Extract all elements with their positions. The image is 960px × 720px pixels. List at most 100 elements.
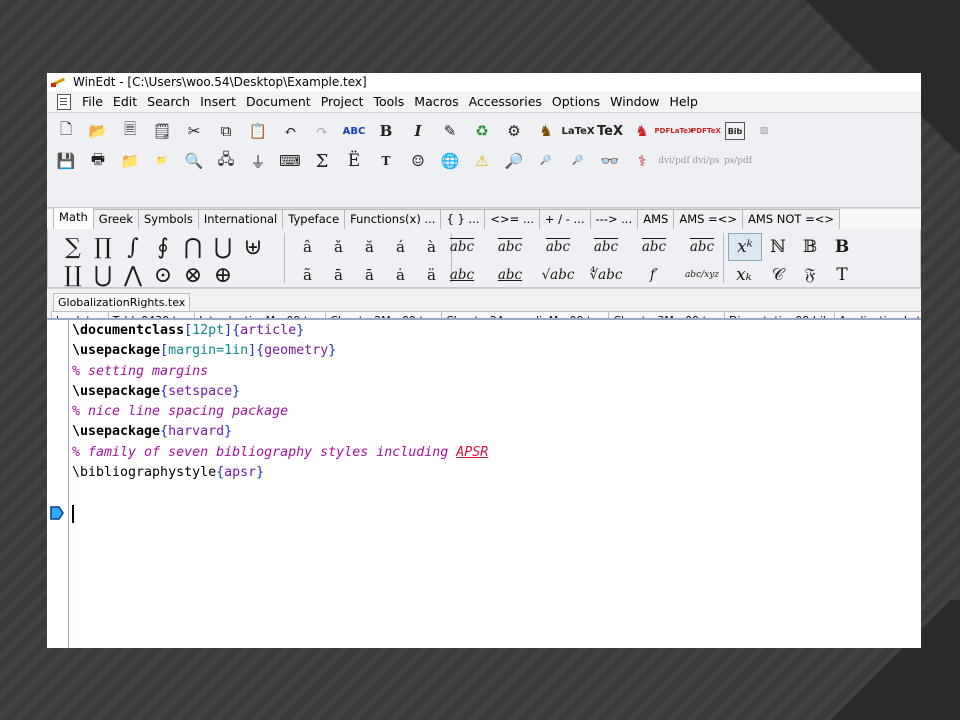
menu-insert[interactable]: Insert <box>195 94 241 109</box>
source-code[interactable]: \documentclass[12pt]{article} \usepackag… <box>72 321 488 483</box>
menu-tools[interactable]: Tools <box>369 94 410 109</box>
tab-arrows[interactable]: ---> ... <box>589 209 639 229</box>
symbol-button[interactable]: ⋂ <box>178 233 208 261</box>
menu-accessories[interactable]: Accessories <box>464 94 547 109</box>
symbol-button[interactable]: ⊗ <box>178 261 208 289</box>
menu-search[interactable]: Search <box>142 94 195 109</box>
mathfrak-button[interactable]: 𝔉 <box>794 261 826 289</box>
menu-document[interactable]: Document <box>241 94 316 109</box>
trash-icon[interactable]: ♻ <box>469 119 495 143</box>
redo-icon[interactable]: ↷ <box>309 119 335 143</box>
wide-accent-button[interactable]: abc <box>438 233 486 261</box>
wide-accent-button[interactable]: ∜abc <box>582 261 630 289</box>
dvi-icon[interactable]: 🔎 <box>533 149 559 173</box>
symbol-button[interactable]: ⋃ <box>208 233 238 261</box>
dvi-pdf-button[interactable]: dvi/pdf <box>658 149 690 173</box>
editor-pane[interactable]: \documentclass[12pt]{article} \usepackag… <box>47 318 921 648</box>
wide-accent-button[interactable]: abc <box>678 233 726 261</box>
menu-macros[interactable]: Macros <box>409 94 463 109</box>
file-tab[interactable]: GlobalizationRights.tex <box>53 293 191 312</box>
symbol-button[interactable]: ⋃ <box>88 261 118 289</box>
menu-options[interactable]: Options <box>547 94 605 109</box>
tab-ams-relations[interactable]: AMS =<> <box>673 209 743 229</box>
menu-help[interactable]: Help <box>664 94 703 109</box>
mathcal-button[interactable]: 𝒞 <box>762 261 794 289</box>
pdflatex-button[interactable]: PDFLaTeX <box>655 119 694 143</box>
symbol-button[interactable]: ∑ <box>58 233 88 261</box>
undo-icon[interactable]: ↶ <box>277 119 303 143</box>
open-project-icon[interactable]: 📁 <box>117 149 143 173</box>
symbol-button[interactable]: ⊎ <box>238 233 268 261</box>
page-icon[interactable]: 🗏 <box>117 119 143 143</box>
pdftex-button[interactable]: PDFTeX <box>691 119 721 143</box>
cut-icon[interactable]: ✂ <box>181 119 207 143</box>
mathbb-button[interactable]: ℕ <box>762 233 794 261</box>
tex-button[interactable]: TeX <box>597 119 623 143</box>
accent-button[interactable]: á <box>385 233 416 261</box>
wide-accent-button[interactable]: f′ <box>630 261 678 289</box>
ps-pdf-button[interactable]: ps/pdf <box>724 149 752 173</box>
accent-button[interactable]: ā <box>323 261 354 289</box>
wide-accent-button[interactable]: abc <box>630 233 678 261</box>
tab-greek[interactable]: Greek <box>92 209 139 229</box>
bold-b-button[interactable]: B <box>826 233 858 261</box>
sigma-button[interactable]: Σ <box>309 149 335 173</box>
smiley-icon[interactable]: ☺ <box>405 149 431 173</box>
save-icon[interactable]: 💾 <box>53 149 79 173</box>
filter-icon[interactable]: ⏚ <box>245 149 271 173</box>
acrobat-icon[interactable]: ♞ <box>629 119 655 143</box>
tab-functions[interactable]: Functions(x) ... <box>344 209 442 229</box>
bold-button[interactable]: B <box>373 119 399 143</box>
ps-icon[interactable]: 🔎 <box>565 149 591 173</box>
print-icon[interactable]: 🖶 <box>85 149 111 173</box>
globe-icon[interactable]: 🌐 <box>437 149 463 173</box>
menu-project[interactable]: Project <box>316 94 369 109</box>
format-icon[interactable]: ✎ <box>437 119 463 143</box>
superscript-button[interactable]: xᵏ <box>728 233 762 261</box>
spellcheck-icon[interactable]: ABC <box>341 119 367 143</box>
accent-button[interactable]: ȧ <box>385 261 416 289</box>
tab-operators[interactable]: + / - ... <box>538 209 591 229</box>
copy-icon[interactable]: ⧉ <box>213 119 239 143</box>
disabled-icon[interactable]: ▧ <box>751 119 777 143</box>
symbol-button[interactable]: ⊙ <box>148 261 178 289</box>
wide-accent-button[interactable]: abc <box>486 233 534 261</box>
paste-icon[interactable]: 📋 <box>245 119 271 143</box>
warning-icon[interactable]: ⚠ <box>469 149 495 173</box>
tab-ams[interactable]: AMS <box>637 209 675 229</box>
wide-accent-button[interactable]: abc <box>486 261 534 289</box>
tree-icon[interactable]: 🖧 <box>213 149 239 173</box>
accent-button[interactable]: ã <box>292 261 323 289</box>
macro-icon[interactable]: ⌨ <box>277 149 303 173</box>
line-gutter[interactable] <box>47 320 69 648</box>
menu-edit[interactable]: Edit <box>108 94 142 109</box>
teletype-button[interactable]: T <box>373 149 399 173</box>
open-folder-icon[interactable]: 📂 <box>85 119 111 143</box>
document-icon[interactable] <box>57 93 71 110</box>
tab-ams-not[interactable]: AMS NOT =<> <box>741 209 840 229</box>
zoom-icon[interactable]: 👓 <box>597 149 623 173</box>
gear-icon[interactable]: ⚙ <box>501 119 527 143</box>
wide-accent-button[interactable]: abc <box>534 233 582 261</box>
latex-icon[interactable]: ♞ <box>533 119 559 143</box>
pdf-icon[interactable]: ⚕ <box>629 149 655 173</box>
new-file-icon[interactable]: 🗋 <box>53 119 79 143</box>
menu-window[interactable]: Window <box>605 94 664 109</box>
menu-file[interactable]: File <box>77 94 108 109</box>
log-icon[interactable]: 🔎 <box>501 149 527 173</box>
accent-button[interactable]: ă <box>354 233 385 261</box>
accent-button[interactable]: â <box>292 233 323 261</box>
wide-accent-button[interactable]: √abc <box>534 261 582 289</box>
umlaut-button[interactable]: Ë <box>341 149 367 173</box>
tab-symbols[interactable]: Symbols <box>137 209 199 229</box>
tab-braces[interactable]: { } ... <box>440 209 486 229</box>
latex-button[interactable]: LaTeX <box>561 119 594 143</box>
accent-button[interactable]: ā <box>354 261 385 289</box>
wide-accent-button[interactable]: abc <box>582 233 630 261</box>
tab-typeface[interactable]: Typeface <box>282 209 346 229</box>
subscript-button[interactable]: xₖ <box>728 261 760 289</box>
folder-disabled-icon[interactable]: 📁 <box>149 149 175 173</box>
find-icon[interactable]: 🔍 <box>181 149 207 173</box>
tab-math[interactable]: Math <box>53 207 94 229</box>
symbol-button[interactable]: ⊕ <box>208 261 238 289</box>
